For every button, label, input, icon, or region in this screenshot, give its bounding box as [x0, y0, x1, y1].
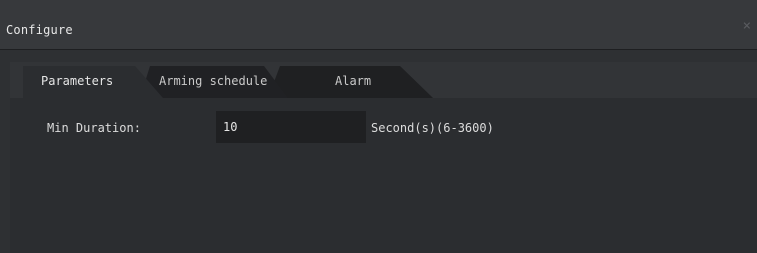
min-duration-input[interactable] — [216, 111, 366, 143]
tab-parameters[interactable]: Parameters — [23, 66, 163, 98]
tab-alarm-label: Alarm — [335, 74, 372, 88]
configure-dialog: Configure × Alarm Arming schedule Parame… — [0, 0, 757, 253]
min-duration-unit: Second(s)(6-3600) — [371, 121, 494, 135]
tab-arming-schedule-label: Arming schedule — [159, 74, 268, 88]
close-icon[interactable]: × — [743, 19, 751, 33]
tab-parameters-label: Parameters — [41, 74, 114, 88]
title-bar: Configure × — [0, 0, 757, 50]
tab-arming-schedule[interactable]: Arming schedule — [140, 66, 300, 98]
dialog-title: Configure — [6, 23, 73, 37]
min-duration-label: Min Duration: — [47, 121, 141, 135]
